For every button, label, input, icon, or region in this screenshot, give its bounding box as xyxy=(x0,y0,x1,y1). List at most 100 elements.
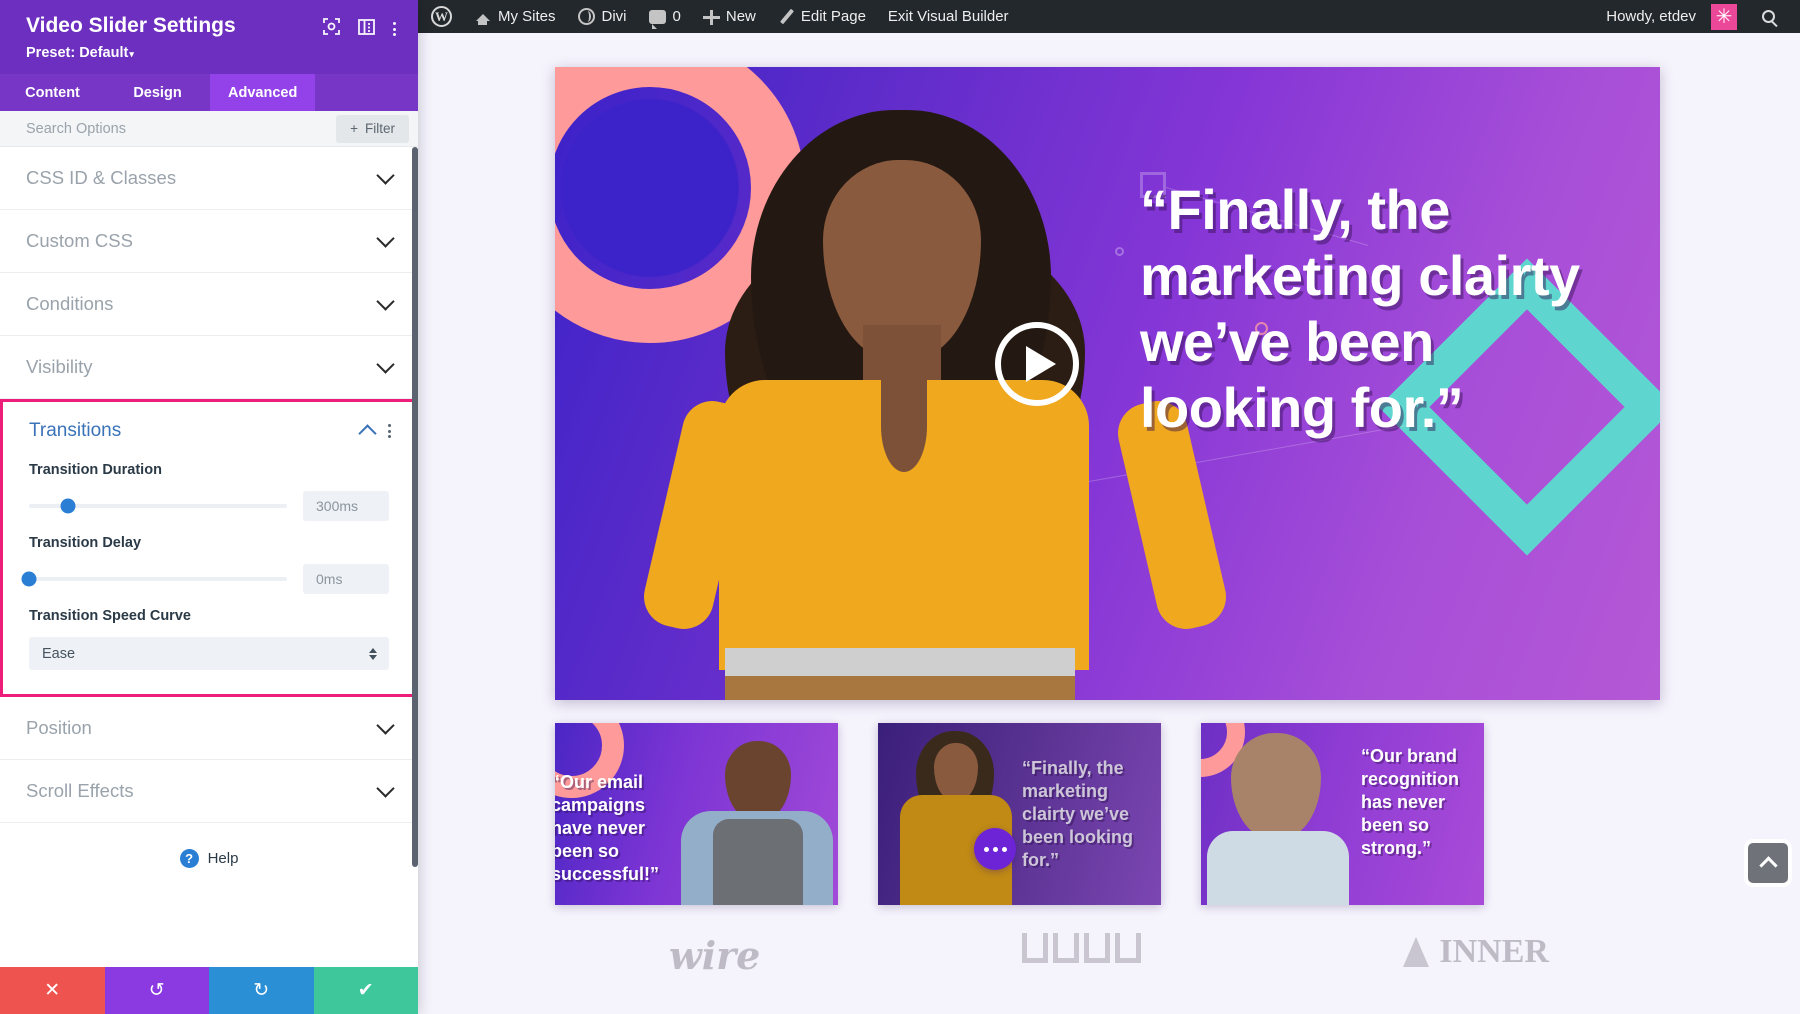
scroll-to-top-button[interactable] xyxy=(1748,843,1788,883)
redo-button[interactable]: ↻ xyxy=(209,967,314,1014)
thumb-person-body xyxy=(1207,831,1349,905)
filter-button[interactable]: + Filter xyxy=(336,114,409,143)
section-conditions[interactable]: Conditions xyxy=(0,273,418,336)
slide-thumbnail-2[interactable]: “Finally, the marketing clairty we’ve be… xyxy=(878,723,1161,905)
admin-bar-item-divi[interactable]: Divi xyxy=(567,0,638,33)
slide-thumbnail-3[interactable]: “Our brand recognition has never been so… xyxy=(1201,723,1484,905)
filter-label: Filter xyxy=(365,121,395,136)
admin-bar-right-group: Howdy, etdev ✳ xyxy=(1595,0,1800,33)
field-transition-speed-curve: Transition Speed Curve Ease xyxy=(3,608,415,694)
panel-layout-icon[interactable] xyxy=(358,18,375,40)
section-label: CSS ID & Classes xyxy=(26,167,177,188)
section-label: Custom CSS xyxy=(26,230,133,251)
field-label: Transition Speed Curve xyxy=(29,608,191,624)
transition-duration-value[interactable]: 300ms xyxy=(303,491,389,521)
logo-wire: wire xyxy=(669,933,761,978)
admin-bar-account[interactable]: Howdy, etdev ✳ xyxy=(1595,0,1748,33)
logo-blocks-icon xyxy=(1022,933,1142,963)
field-label: Transition Delay xyxy=(29,535,142,551)
howdy-label: Howdy, etdev xyxy=(1606,8,1696,25)
field-label: Transition Duration xyxy=(29,462,162,478)
section-custom-css[interactable]: Custom CSS xyxy=(0,210,418,273)
settings-panel-tabs: Content Design Advanced xyxy=(0,74,418,111)
transition-delay-value[interactable]: 0ms xyxy=(303,564,389,594)
chevron-up-icon[interactable] xyxy=(358,423,377,443)
logo-inner: INNER xyxy=(1403,933,1549,971)
field-transition-duration: Transition Duration 300ms xyxy=(3,462,415,521)
help-icon: ? xyxy=(179,849,199,868)
focus-frame-icon[interactable] xyxy=(323,18,340,40)
help-link[interactable]: ? Help xyxy=(0,823,418,894)
help-label: Help xyxy=(207,850,239,867)
visual-builder-canvas: “Finally, the marketing clairty we’ve be… xyxy=(418,33,1800,1014)
divi-icon xyxy=(577,8,595,25)
chevron-up-icon xyxy=(1758,856,1778,875)
slide-thumbnail-1[interactable]: “Our email campaigns have never been so … xyxy=(555,723,838,905)
chevron-down-icon xyxy=(376,291,395,311)
admin-bar-item-wordpress[interactable]: W xyxy=(420,0,463,33)
hero-slide[interactable]: “Finally, the marketing clairty we’ve be… xyxy=(555,67,1660,700)
plus-icon xyxy=(702,9,720,25)
tab-design[interactable]: Design xyxy=(105,74,210,111)
thumb-quote-1: “Our email campaigns have never been so … xyxy=(555,772,660,885)
panel-layout-svg xyxy=(358,18,375,35)
save-button[interactable]: ✔ xyxy=(313,967,418,1014)
sites-icon xyxy=(474,9,491,25)
section-transitions-header[interactable]: Transitions xyxy=(3,402,415,448)
admin-bar-search-button[interactable] xyxy=(1748,0,1788,33)
transition-speed-curve-select[interactable]: Ease xyxy=(29,637,389,670)
avatar: ✳ xyxy=(1711,3,1737,30)
undo-button[interactable]: ↺ xyxy=(104,967,209,1014)
search-input[interactable] xyxy=(26,120,337,137)
settings-panel-header: Video Slider Settings Preset: Default▾ xyxy=(0,0,418,74)
admin-bar-item-edit-page[interactable]: Edit Page xyxy=(767,0,877,33)
admin-bar-item-comments[interactable]: 0 xyxy=(638,0,692,33)
logo-inner-text: INNER xyxy=(1439,933,1549,970)
admin-bar-label-my-sites: My Sites xyxy=(498,8,556,25)
transition-delay-slider[interactable] xyxy=(21,571,287,587)
section-css-id-classes[interactable]: CSS ID & Classes xyxy=(0,147,418,210)
section-visibility[interactable]: Visibility xyxy=(0,336,418,399)
admin-bar-item-my-sites[interactable]: My Sites xyxy=(463,0,567,33)
panel-scrollbar[interactable] xyxy=(412,147,418,967)
more-options-button[interactable] xyxy=(974,828,1016,870)
admin-bar-label-edit-page: Edit Page xyxy=(800,8,866,25)
thumb-person-head xyxy=(934,743,978,801)
admin-bar-label-new: New xyxy=(725,8,756,25)
thumb-quote-3: “Our brand recognition has never been so… xyxy=(1361,746,1459,859)
section-position[interactable]: Position xyxy=(0,697,418,760)
hero-person-photo xyxy=(638,100,1232,700)
play-triangle-icon xyxy=(1026,346,1056,382)
section-label: Position xyxy=(26,717,92,738)
admin-bar-item-new[interactable]: New xyxy=(692,0,767,33)
section-scroll-effects[interactable]: Scroll Effects xyxy=(0,760,418,823)
preset-selector[interactable]: Preset: Default▾ xyxy=(26,45,396,61)
tab-content[interactable]: Content xyxy=(0,74,105,111)
admin-bar-item-exit-visual-builder[interactable]: Exit Visual Builder xyxy=(877,0,1020,33)
logo-form xyxy=(1022,933,1142,963)
triangle-icon xyxy=(1403,937,1430,967)
field-transition-delay: Transition Delay 0ms xyxy=(3,535,415,594)
module-settings-panel: Video Slider Settings Preset: Default▾ C… xyxy=(0,0,418,1014)
chevron-down-icon xyxy=(376,715,395,735)
page-title: Video Slider Settings xyxy=(26,14,236,37)
thumb-person-apron xyxy=(713,819,803,905)
cancel-button[interactable]: ✕ xyxy=(0,967,105,1014)
select-value: Ease xyxy=(42,645,76,662)
tab-advanced[interactable]: Advanced xyxy=(210,74,316,111)
chevron-down-icon xyxy=(376,778,395,798)
vertical-dots-icon[interactable] xyxy=(393,22,396,36)
settings-panel-footer: ✕ ↺ ↻ ✔ xyxy=(0,967,418,1014)
slider-handle[interactable] xyxy=(21,571,37,587)
chevron-down-icon xyxy=(376,165,395,185)
slider-handle[interactable] xyxy=(60,498,76,514)
search-options-row: + Filter xyxy=(0,111,418,147)
play-button-icon[interactable] xyxy=(995,322,1079,406)
chevron-down-icon xyxy=(376,354,395,374)
transition-duration-slider[interactable] xyxy=(29,498,287,514)
section-label: Conditions xyxy=(26,293,114,314)
preset-label: Preset: Default xyxy=(26,45,129,61)
admin-bar-label-divi: Divi xyxy=(601,8,627,25)
admin-bar-label-exit-visual-builder: Exit Visual Builder xyxy=(887,8,1009,25)
vertical-dots-icon[interactable] xyxy=(388,424,391,438)
